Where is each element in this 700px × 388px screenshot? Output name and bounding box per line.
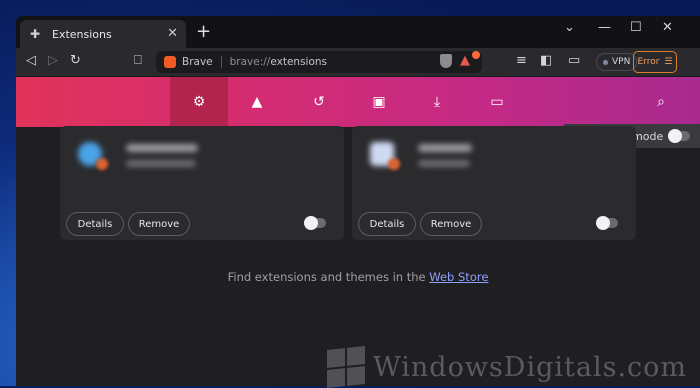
nav-downloads-icon[interactable]: ⤓ — [408, 77, 466, 127]
details-button[interactable]: Details — [66, 212, 124, 236]
nav-bookmarks-icon[interactable]: ▣ — [350, 77, 408, 127]
details-button[interactable]: Details — [358, 212, 416, 236]
web-store-link[interactable]: Web Store — [429, 270, 488, 284]
new-tab-button[interactable]: + — [196, 21, 211, 42]
forward-icon[interactable]: ▷ — [48, 53, 58, 68]
footer-text: Find extensions and themes in the — [227, 270, 430, 284]
remove-button[interactable]: Remove — [128, 212, 190, 236]
url-scheme: brave:// — [229, 56, 271, 68]
vpn-label: VPN — [612, 57, 631, 67]
tab-strip: ✚ Extensions ✕ + ⌄ — ☐ ✕ — [16, 16, 700, 48]
rewards-badge — [472, 51, 480, 59]
vpn-button[interactable]: VPN — [596, 53, 638, 71]
wallet-icon[interactable]: ▭ — [568, 53, 580, 68]
brand-label: Brave — [182, 56, 213, 68]
windows-logo-icon — [327, 346, 365, 388]
puzzle-icon: ✚ — [30, 27, 41, 41]
error-label: Error — [637, 57, 660, 67]
extension-enable-toggle[interactable] — [596, 216, 618, 230]
reload-icon[interactable]: ↻ — [70, 53, 81, 68]
menu-icon: ☰ — [664, 57, 673, 67]
toolbar: ◁ ▷ ↻ ⎕ Brave brave:// extensions ▲ ≡ ◧ … — [16, 48, 700, 77]
minimize-icon[interactable]: — — [598, 20, 611, 35]
extension-name-blurred — [418, 144, 472, 152]
extension-desc-blurred — [126, 160, 196, 167]
search-icon[interactable]: ⌕ — [632, 77, 690, 127]
bookmark-icon[interactable]: ⎕ — [134, 53, 142, 68]
extension-card: Details Remove — [352, 126, 636, 240]
sidebar-icon[interactable]: ◧ — [540, 53, 552, 68]
developer-mode-toggle[interactable] — [668, 129, 690, 143]
extension-name-blurred — [126, 144, 198, 152]
nav-history-icon[interactable]: ↺ — [290, 77, 348, 127]
watermark-text: WindowsDigitals.com — [373, 351, 688, 383]
nav-settings-icon[interactable]: ⚙ — [170, 77, 228, 127]
browser-window: ✚ Extensions ✕ + ⌄ — ☐ ✕ ◁ ▷ ↻ ⎕ Brave b… — [16, 16, 700, 386]
extension-enable-toggle[interactable] — [304, 216, 326, 230]
close-window-icon[interactable]: ✕ — [662, 20, 673, 35]
media-playlist-icon[interactable]: ≡ — [516, 53, 527, 68]
extension-card: Details Remove — [60, 126, 344, 240]
back-icon[interactable]: ◁ — [26, 53, 36, 68]
tab-title: Extensions — [52, 27, 112, 41]
extension-badge-icon — [96, 158, 108, 170]
nav-wallet-icon[interactable]: ▭ — [468, 77, 526, 127]
address-bar[interactable]: Brave brave:// extensions ▲ — [156, 51, 482, 73]
web-store-footer: Find extensions and themes in the Web St… — [16, 270, 700, 284]
brave-logo-icon — [164, 56, 176, 68]
error-button[interactable]: Error ☰ — [633, 51, 677, 73]
tab-extensions[interactable]: ✚ Extensions ✕ — [20, 20, 186, 48]
brave-shields-icon[interactable] — [440, 54, 452, 68]
watermark: WindowsDigitals.com — [327, 346, 688, 388]
tab-search-icon[interactable]: ⌄ — [564, 20, 575, 35]
close-tab-icon[interactable]: ✕ — [167, 26, 178, 41]
vpn-status-icon — [603, 59, 608, 65]
remove-button[interactable]: Remove — [420, 212, 482, 236]
extension-desc-blurred — [418, 160, 470, 167]
url-path: extensions — [270, 56, 328, 68]
nav-rewards-icon[interactable]: ▲ — [228, 77, 286, 127]
url-divider — [220, 56, 222, 68]
maximize-icon[interactable]: ☐ — [630, 20, 642, 35]
extensions-nav-bar: ⚙ ▲ ↺ ▣ ⤓ ▭ ⌕ — [16, 77, 700, 127]
extension-badge-icon — [388, 158, 400, 170]
